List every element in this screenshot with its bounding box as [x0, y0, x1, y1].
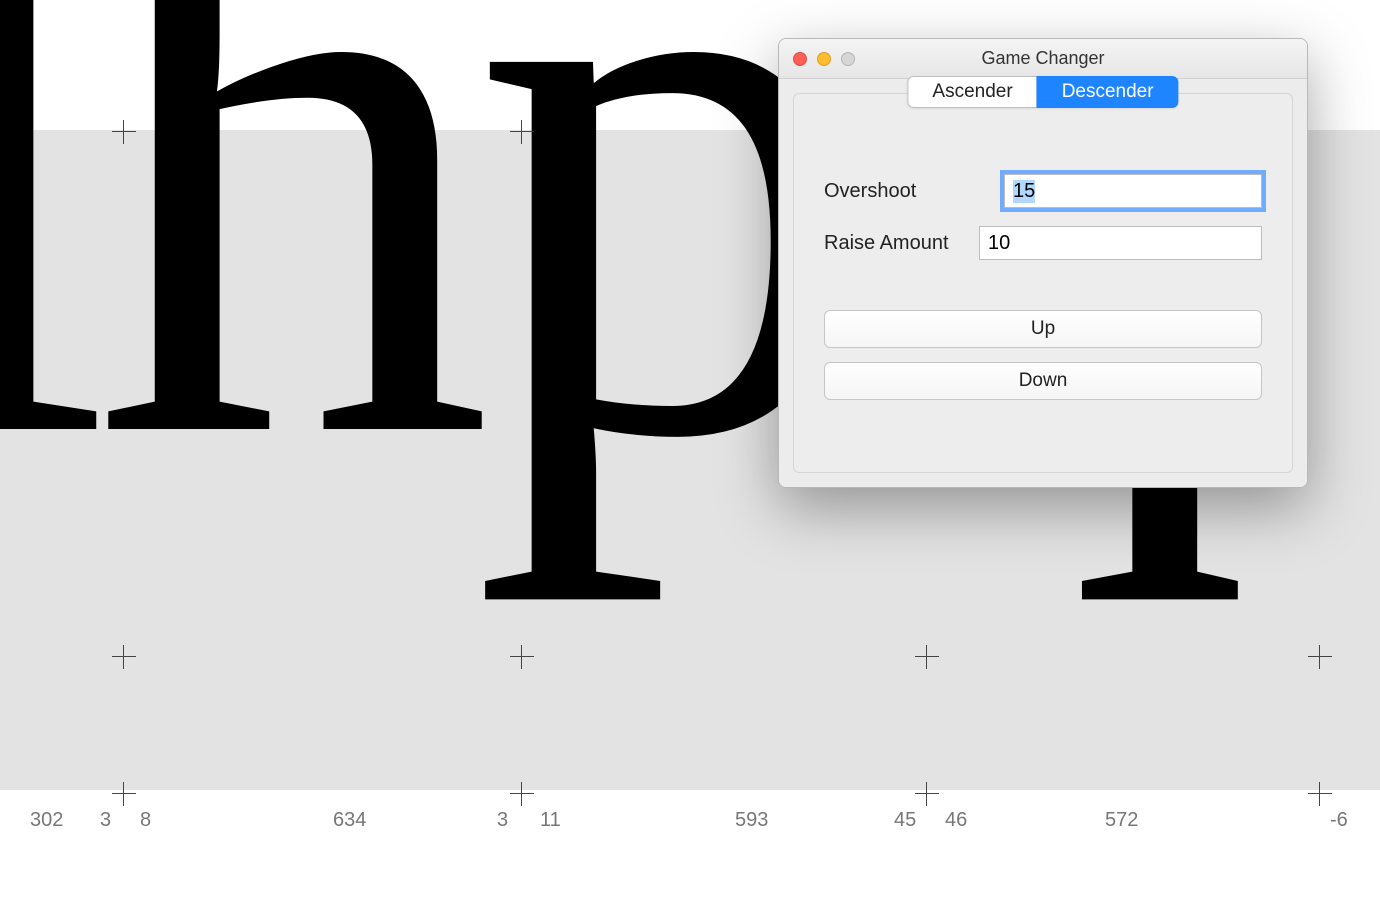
- metric-value: 634: [333, 809, 366, 832]
- tab-descender[interactable]: Descender: [1037, 76, 1179, 108]
- metric-value: 46: [945, 809, 967, 832]
- metric-value: 8: [140, 809, 151, 832]
- metric-value: 593: [735, 809, 768, 832]
- close-icon[interactable]: [793, 52, 807, 66]
- overshoot-label: Overshoot: [824, 180, 1004, 203]
- game-changer-window[interactable]: Game Changer Ascender Descender Overshoo…: [778, 38, 1308, 488]
- up-button[interactable]: Up: [824, 310, 1262, 348]
- window-title: Game Changer: [981, 48, 1104, 68]
- window-controls: [793, 52, 855, 66]
- metric-value: 302: [30, 809, 63, 832]
- minimize-icon[interactable]: [817, 52, 831, 66]
- raise-amount-label: Raise Amount: [824, 232, 979, 255]
- raise-amount-input[interactable]: [979, 226, 1262, 260]
- tab-ascender[interactable]: Ascender: [907, 76, 1036, 108]
- metric-value: 11: [540, 809, 561, 832]
- metric-value: 45: [894, 809, 916, 832]
- tab-segmented-control: Ascender Descender: [907, 76, 1178, 108]
- metric-value: 3: [497, 809, 508, 832]
- zoom-disabled-icon: [841, 52, 855, 66]
- down-button[interactable]: Down: [824, 362, 1262, 400]
- window-body: Ascender Descender Overshoot 15 Raise Am…: [779, 79, 1307, 487]
- overshoot-value: 15: [1013, 180, 1035, 203]
- settings-panel: Ascender Descender Overshoot 15 Raise Am…: [793, 93, 1293, 473]
- metric-value: -6: [1330, 809, 1348, 832]
- overshoot-input[interactable]: 15: [1004, 174, 1262, 208]
- window-titlebar[interactable]: Game Changer: [779, 39, 1307, 79]
- metric-value: 572: [1105, 809, 1138, 832]
- metric-value: 3: [100, 809, 111, 832]
